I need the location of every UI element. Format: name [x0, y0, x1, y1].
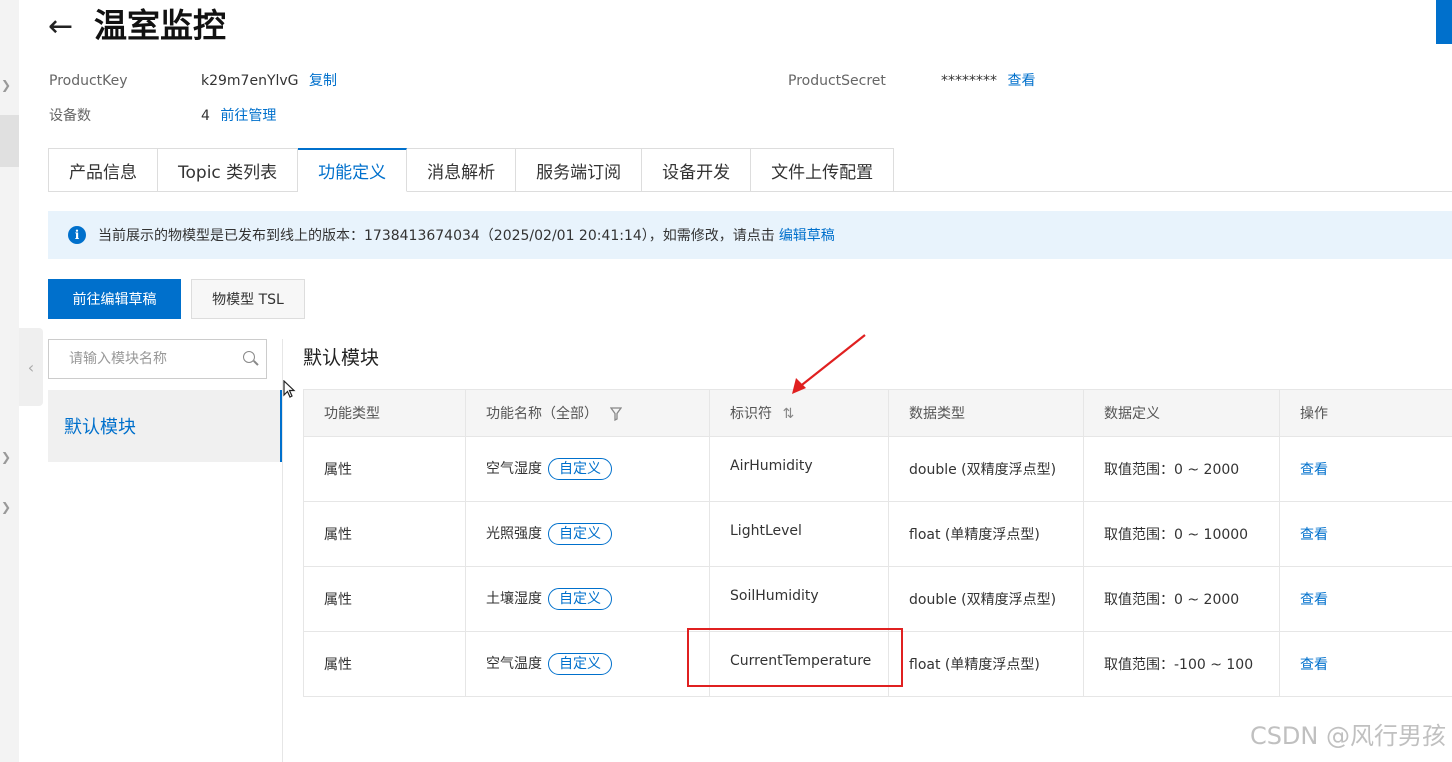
sort-icon[interactable]: ⇅	[782, 406, 794, 422]
cell-type: 属性	[303, 436, 466, 502]
cell-identifier: AirHumidity	[709, 436, 889, 502]
annotation-arrow	[792, 334, 866, 394]
cell-definition: 取值范围：0 ~ 10000	[1083, 501, 1280, 567]
view-link[interactable]: 查看	[1300, 657, 1328, 673]
table-row: 属性 空气湿度 自定义 AirHumidity double (双精度浮点型) 取…	[303, 436, 1452, 502]
version-notice: i 当前展示的物模型是已发布到线上的版本：1738413674034（2025/…	[48, 211, 1452, 259]
search-icon[interactable]	[243, 351, 255, 367]
cell-type: 属性	[303, 631, 466, 697]
section-title: 默认模块	[303, 347, 380, 369]
manage-devices-link[interactable]: 前往管理	[220, 108, 276, 124]
custom-tag: 自定义	[548, 523, 612, 545]
tab-server-subscription[interactable]: 服务端订阅	[516, 148, 643, 192]
cell-name: 光照强度 自定义	[465, 501, 710, 567]
device-count-label: 设备数	[49, 108, 91, 124]
view-secret-link[interactable]: 查看	[1007, 73, 1035, 89]
cell-identifier: SoilHumidity	[709, 566, 889, 632]
product-secret-value: ********	[941, 73, 997, 89]
view-link[interactable]: 查看	[1300, 527, 1328, 543]
cell-data-type: float (单精度浮点型)	[888, 631, 1084, 697]
chevron-icon: ❯	[1, 78, 12, 92]
feature-name: 空气湿度	[486, 461, 542, 477]
table-row: 属性 土壤湿度 自定义 SoilHumidity double (双精度浮点型) …	[303, 566, 1452, 632]
product-key-label: ProductKey	[49, 73, 128, 89]
page-title: 温室监控	[94, 6, 226, 45]
cell-action: 查看	[1279, 566, 1452, 632]
product-key: k29m7enYlvG 复制	[201, 72, 337, 90]
tab-topic-list[interactable]: Topic 类列表	[158, 148, 299, 192]
header-feature-name[interactable]: 功能名称（全部）	[465, 389, 710, 437]
cell-type: 属性	[303, 501, 466, 567]
collapse-sidebar-button[interactable]: ‹	[19, 328, 43, 406]
feature-name: 土壤湿度	[486, 591, 542, 607]
device-count: 4 前往管理	[201, 107, 276, 125]
tsl-button[interactable]: 物模型 TSL	[191, 279, 305, 319]
header-data-definition: 数据定义	[1083, 389, 1280, 437]
module-search-box	[48, 339, 267, 379]
filter-icon[interactable]	[610, 407, 623, 421]
top-right-button[interactable]	[1436, 0, 1452, 44]
tab-bar: 产品信息 Topic 类列表 功能定义 消息解析 服务端订阅 设备开发 文件上传…	[48, 148, 895, 192]
product-secret-label: ProductSecret	[788, 73, 886, 89]
view-link[interactable]: 查看	[1300, 462, 1328, 478]
identifier-text: LightLevel	[730, 523, 802, 539]
edit-draft-link[interactable]: 编辑草稿	[779, 225, 835, 245]
table-row: 属性 光照强度 自定义 LightLevel float (单精度浮点型) 取值范…	[303, 501, 1452, 567]
page: ❯ ❯ ❯ ‹ ← 温室监控 ProductKey k29m7enYlvG 复制…	[0, 0, 1452, 762]
header-data-type: 数据类型	[888, 389, 1084, 437]
cell-definition: 取值范围：-100 ~ 100	[1083, 631, 1280, 697]
tab-feature-definition[interactable]: 功能定义	[298, 148, 408, 192]
feature-name: 光照强度	[486, 526, 542, 542]
identifier-text: SoilHumidity	[730, 588, 819, 604]
chevron-icon: ❯	[1, 500, 12, 514]
mouse-cursor-icon	[283, 380, 296, 398]
cell-type: 属性	[303, 566, 466, 632]
outer-sidebar-strip: ❯ ❯ ❯	[0, 0, 19, 762]
product-secret: ******** 查看	[941, 72, 1035, 90]
watermark: CSDN @风行男孩	[1249, 722, 1446, 750]
tab-device-development[interactable]: 设备开发	[642, 148, 752, 192]
custom-tag: 自定义	[548, 458, 612, 480]
tab-file-upload-config[interactable]: 文件上传配置	[751, 148, 895, 192]
chevron-icon: ❯	[1, 450, 12, 464]
tab-message-parsing[interactable]: 消息解析	[407, 148, 517, 192]
identifier-text: AirHumidity	[730, 458, 813, 474]
edit-draft-button[interactable]: 前往编辑草稿	[48, 279, 181, 319]
info-icon: i	[68, 226, 86, 244]
module-item-default[interactable]: 默认模块	[48, 390, 282, 462]
notice-text: 当前展示的物模型是已发布到线上的版本：1738413674034（2025/02…	[98, 228, 775, 244]
cell-definition: 取值范围：0 ~ 2000	[1083, 436, 1280, 502]
custom-tag: 自定义	[548, 653, 612, 675]
feature-name: 空气温度	[486, 656, 542, 672]
cell-definition: 取值范围：0 ~ 2000	[1083, 566, 1280, 632]
outer-sidebar-active-block	[0, 115, 19, 167]
header-feature-type: 功能类型	[303, 389, 466, 437]
back-arrow-icon[interactable]: ←	[48, 10, 73, 44]
cell-name: 空气温度 自定义	[465, 631, 710, 697]
module-search-input[interactable]	[69, 351, 243, 367]
cell-name: 空气湿度 自定义	[465, 436, 710, 502]
table-header-row: 功能类型 功能名称（全部） 标识符 ⇅ 数据类型 数据定义 操作	[303, 389, 1452, 437]
cell-action: 查看	[1279, 501, 1452, 567]
cell-action: 查看	[1279, 631, 1452, 697]
sidebar-divider	[282, 339, 283, 762]
cell-name: 土壤湿度 自定义	[465, 566, 710, 632]
custom-tag: 自定义	[548, 588, 612, 610]
cell-identifier: LightLevel	[709, 501, 889, 567]
view-link[interactable]: 查看	[1300, 592, 1328, 608]
copy-link[interactable]: 复制	[309, 73, 337, 89]
product-key-value: k29m7enYlvG	[201, 73, 299, 89]
cell-data-type: float (单精度浮点型)	[888, 501, 1084, 567]
cell-data-type: double (双精度浮点型)	[888, 566, 1084, 632]
tab-product-info[interactable]: 产品信息	[48, 148, 158, 192]
header-feature-name-label: 功能名称（全部）	[486, 406, 598, 422]
cell-data-type: double (双精度浮点型)	[888, 436, 1084, 502]
annotation-highlight-box	[687, 628, 903, 687]
header-identifier-label: 标识符	[730, 406, 772, 422]
chevron-left-icon: ‹	[27, 357, 35, 377]
cell-action: 查看	[1279, 436, 1452, 502]
device-count-value: 4	[201, 108, 210, 124]
header-action: 操作	[1279, 389, 1452, 437]
